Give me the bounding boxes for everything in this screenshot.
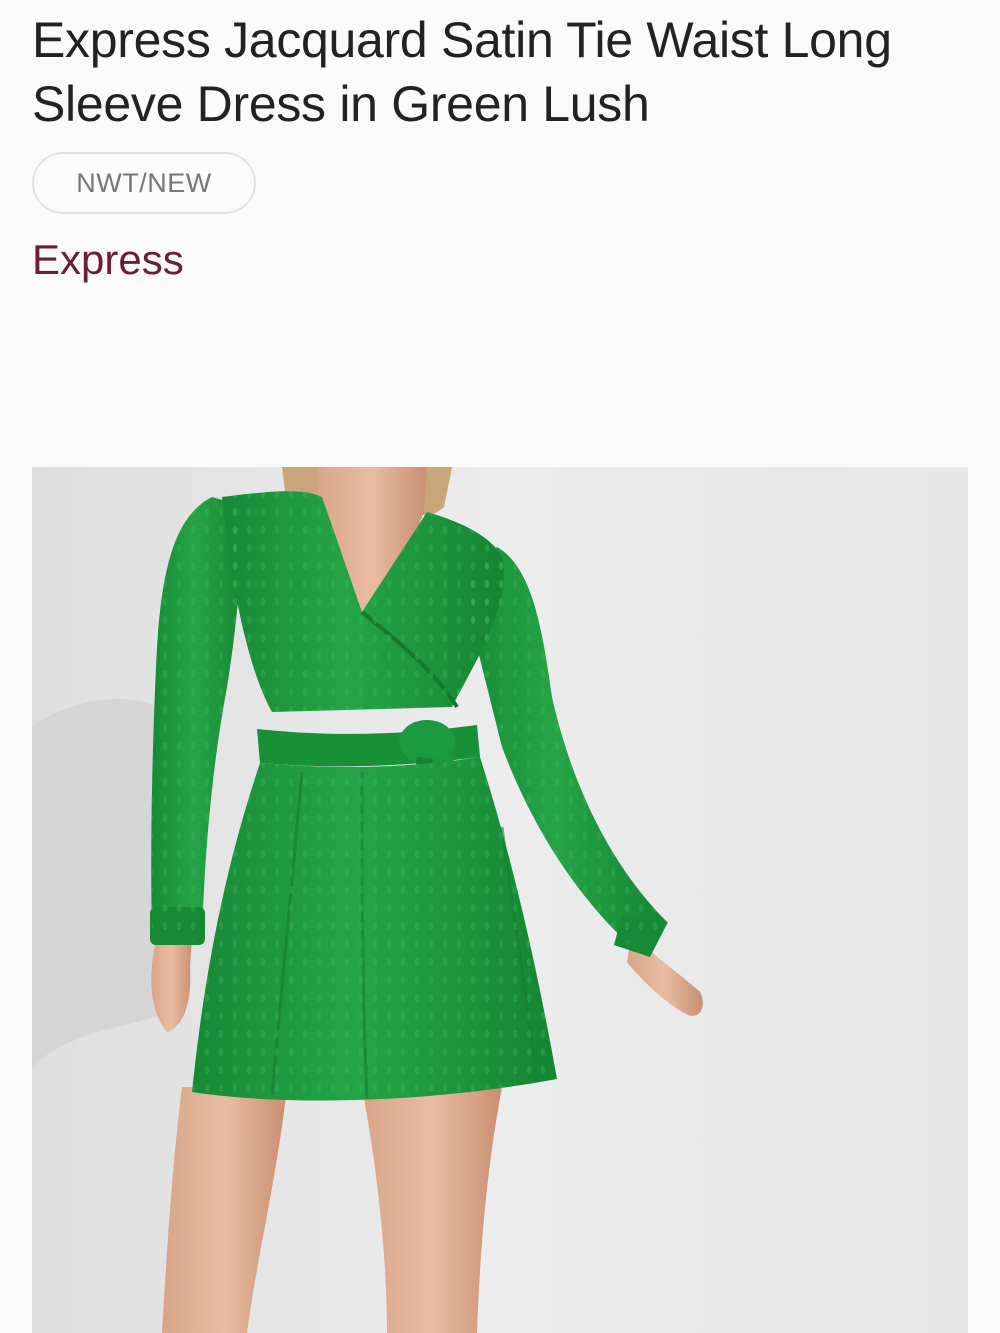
brand-link[interactable]: Express — [32, 232, 184, 288]
listing-page: Express Jacquard Satin Tie Waist Long Sl… — [0, 0, 1000, 1333]
condition-badge: NWT/NEW — [32, 152, 256, 214]
dress-illustration — [32, 467, 968, 1333]
listing-title: Express Jacquard Satin Tie Waist Long Sl… — [32, 12, 892, 132]
product-photo[interactable] — [32, 467, 968, 1333]
